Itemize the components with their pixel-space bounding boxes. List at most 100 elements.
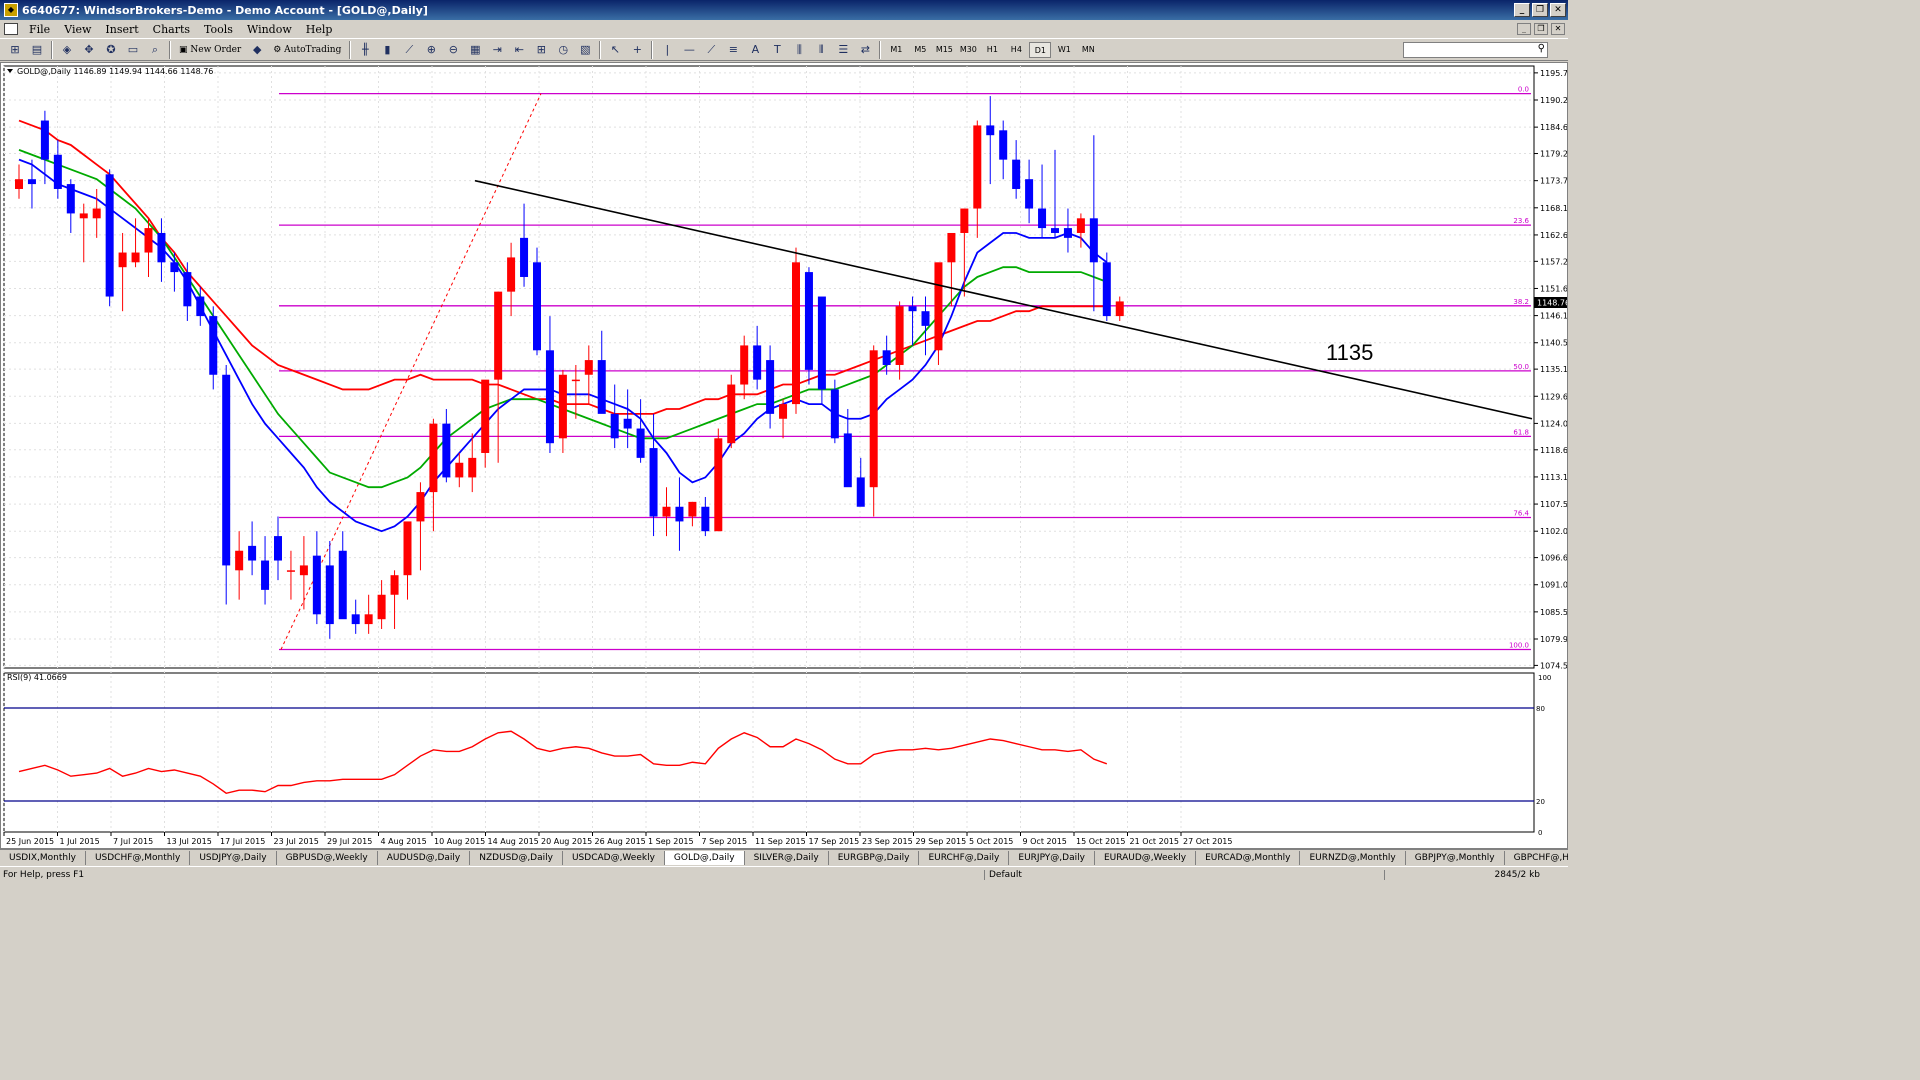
symbol-tab[interactable]: SILVER@,Daily bbox=[745, 850, 829, 865]
candle-body[interactable] bbox=[66, 184, 75, 214]
candle-body[interactable] bbox=[830, 389, 839, 439]
candle-body[interactable] bbox=[1025, 179, 1034, 209]
candle-body[interactable] bbox=[429, 423, 438, 493]
symbol-tab[interactable]: USDIX,Monthly bbox=[0, 850, 86, 865]
autoscroll-icon[interactable]: ⇥ bbox=[488, 41, 506, 59]
candle-body[interactable] bbox=[92, 208, 101, 219]
candle-body[interactable] bbox=[286, 570, 295, 572]
candle-body[interactable] bbox=[973, 125, 982, 209]
restore-button[interactable]: ❐ bbox=[1532, 3, 1548, 17]
indicators-icon[interactable]: ⊞ bbox=[532, 41, 550, 59]
close-button[interactable]: ✕ bbox=[1550, 3, 1566, 17]
candle-body[interactable] bbox=[222, 374, 231, 566]
menu-charts[interactable]: Charts bbox=[146, 23, 197, 36]
candle-body[interactable] bbox=[675, 506, 684, 522]
candle-body[interactable] bbox=[157, 232, 166, 263]
candle-body[interactable] bbox=[895, 306, 904, 365]
candle-body[interactable] bbox=[571, 379, 580, 382]
candle-body[interactable] bbox=[507, 257, 516, 292]
candle-body[interactable] bbox=[533, 262, 541, 351]
symbol-tab[interactable]: GOLD@,Daily bbox=[664, 850, 745, 865]
timeframe-h4[interactable]: H4 bbox=[1005, 42, 1027, 58]
candle-body[interactable] bbox=[779, 404, 788, 419]
candle-body[interactable] bbox=[584, 360, 593, 375]
candle-body[interactable] bbox=[714, 438, 723, 532]
timeframe-h1[interactable]: H1 bbox=[981, 42, 1003, 58]
document-icon[interactable] bbox=[4, 23, 18, 35]
channel-icon[interactable]: ≡ bbox=[724, 41, 742, 59]
candle-body[interactable] bbox=[999, 130, 1008, 160]
candle-body[interactable] bbox=[442, 423, 451, 478]
navigator-icon[interactable]: ✪ bbox=[102, 41, 120, 59]
candle-body[interactable] bbox=[1051, 228, 1059, 233]
timeframe-m1[interactable]: M1 bbox=[885, 42, 907, 58]
timeframe-m5[interactable]: M5 bbox=[909, 42, 931, 58]
timeframe-d1[interactable]: D1 bbox=[1029, 41, 1052, 58]
candle-body[interactable] bbox=[921, 311, 930, 326]
data-window-icon[interactable]: ✥ bbox=[80, 41, 98, 59]
candle-body[interactable] bbox=[934, 262, 943, 351]
timeframe-m30[interactable]: M30 bbox=[957, 42, 979, 58]
symbol-tab[interactable]: NZDUSD@,Daily bbox=[470, 850, 563, 865]
search-input[interactable]: ⚲ bbox=[1403, 41, 1548, 58]
candle-body[interactable] bbox=[597, 360, 606, 414]
candle-body[interactable] bbox=[390, 575, 399, 595]
candle-body[interactable] bbox=[40, 120, 49, 160]
candle-body[interactable] bbox=[53, 154, 62, 189]
candle-body[interactable] bbox=[843, 433, 852, 488]
text-label-icon[interactable]: T bbox=[768, 41, 786, 59]
candle-body[interactable] bbox=[377, 594, 386, 620]
periods-icon[interactable]: ◷ bbox=[554, 41, 572, 59]
candle-body[interactable] bbox=[766, 360, 775, 414]
candle-body[interactable] bbox=[623, 418, 632, 429]
candle-body[interactable] bbox=[545, 350, 554, 444]
chart-shift-icon[interactable]: ⇤ bbox=[510, 41, 528, 59]
line-chart-icon[interactable]: ⟋ bbox=[400, 41, 418, 59]
market-watch-icon[interactable]: ◈ bbox=[58, 41, 76, 59]
candle-body[interactable] bbox=[1063, 228, 1072, 238]
cursor-icon[interactable]: ↖ bbox=[606, 41, 624, 59]
vertical-line-icon[interactable]: | bbox=[658, 41, 676, 59]
symbol-tab[interactable]: EURNZD@,Monthly bbox=[1300, 850, 1406, 865]
candle-body[interactable] bbox=[804, 272, 813, 370]
chart-window[interactable]: 0.0 23.6 38.2 50.0 61.8 76.4 100.0 GOLD@,Daily… bbox=[0, 62, 1568, 849]
candle-body[interactable] bbox=[520, 237, 529, 277]
candle-body[interactable] bbox=[636, 428, 645, 458]
candle-body[interactable] bbox=[468, 457, 477, 478]
menu-insert[interactable]: Insert bbox=[98, 23, 145, 36]
candle-body[interactable] bbox=[481, 379, 490, 453]
autotrading-button[interactable]: ⚙ AutoTrading bbox=[270, 41, 344, 59]
candle-body[interactable] bbox=[196, 296, 205, 317]
menu-view[interactable]: View bbox=[57, 23, 98, 36]
candle-body[interactable] bbox=[558, 374, 567, 439]
candle-body[interactable] bbox=[1076, 218, 1085, 233]
price-chart[interactable]: 0.0 23.6 38.2 50.0 61.8 76.4 100.0 GOLD@,Daily… bbox=[1, 63, 1567, 848]
candlestick-icon[interactable]: ▮ bbox=[378, 41, 396, 59]
candle-body[interactable] bbox=[662, 506, 671, 517]
timeframe-m15[interactable]: M15 bbox=[933, 42, 955, 58]
bar-chart-icon[interactable]: ╫ bbox=[356, 41, 374, 59]
tile-windows-icon[interactable]: ▦ bbox=[466, 41, 484, 59]
candle-body[interactable] bbox=[908, 306, 917, 312]
crosshair-icon[interactable]: + bbox=[628, 41, 646, 59]
candle-body[interactable] bbox=[351, 614, 360, 625]
candle-body[interactable] bbox=[1012, 159, 1021, 189]
menu-tools[interactable]: Tools bbox=[197, 23, 240, 36]
annotation-text[interactable]: 1135 bbox=[1326, 340, 1373, 365]
candle-body[interactable] bbox=[312, 555, 321, 615]
symbol-tab[interactable]: USDJPY@,Daily bbox=[190, 850, 277, 865]
candle-body[interactable] bbox=[27, 179, 36, 185]
symbol-tab[interactable]: EURAUD@,Weekly bbox=[1095, 850, 1197, 865]
candle-body[interactable] bbox=[960, 208, 969, 233]
candle-body[interactable] bbox=[79, 213, 88, 219]
candle-body[interactable] bbox=[1038, 208, 1047, 229]
symbol-tab[interactable]: GBPJPY@,Monthly bbox=[1406, 850, 1505, 865]
candle-body[interactable] bbox=[753, 345, 762, 380]
candle-body[interactable] bbox=[325, 565, 334, 625]
candle-body[interactable] bbox=[986, 125, 995, 136]
menu-help[interactable]: Help bbox=[299, 23, 340, 36]
candle-body[interactable] bbox=[131, 252, 140, 263]
symbol-tab[interactable]: USDCAD@,Weekly bbox=[563, 850, 665, 865]
zoom-in-icon[interactable]: ⊕ bbox=[422, 41, 440, 59]
menu-window[interactable]: Window bbox=[240, 23, 299, 36]
